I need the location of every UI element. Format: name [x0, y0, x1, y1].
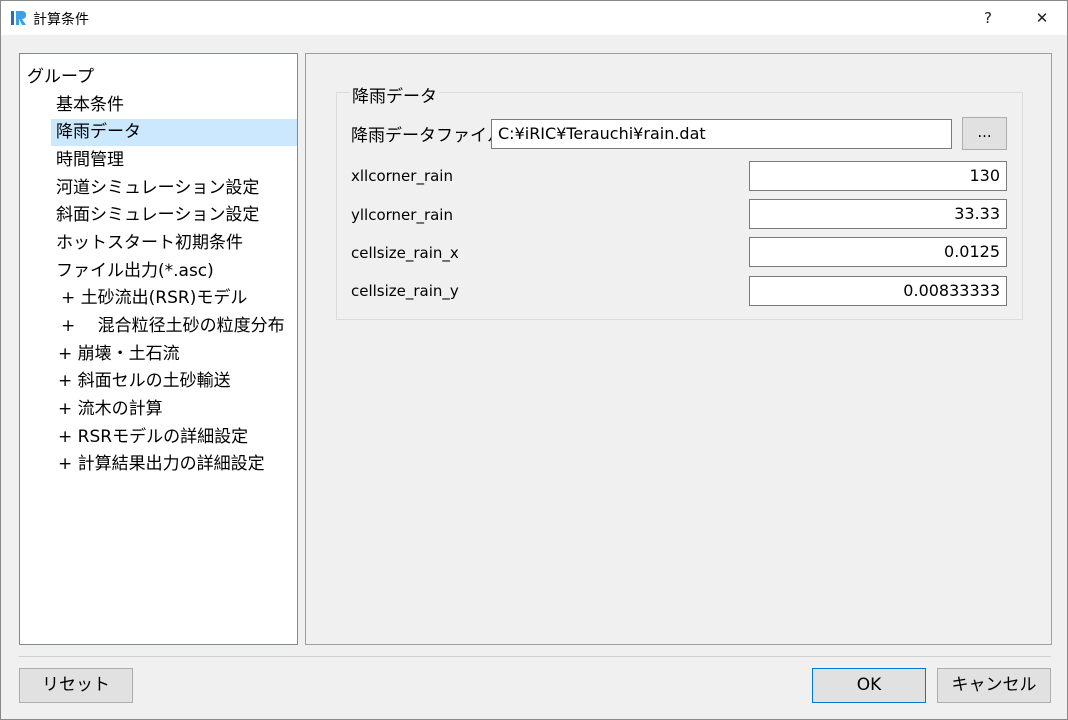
- footer-separator: [19, 656, 1051, 657]
- dialog-window: 計算条件 ? ✕ グループ 基本条件 降雨データ 時間管理 河道シミュレーション…: [0, 0, 1068, 720]
- tree-item-grain-size[interactable]: + 混合粒径土砂の粒度分布: [61, 313, 285, 340]
- tree-item-collapse-debris[interactable]: + 崩壊・土石流: [58, 341, 180, 368]
- tree-item-hotstart[interactable]: ホットスタート初期条件: [56, 230, 243, 257]
- tree-item-output-detail[interactable]: + 計算結果出力の詳細設定: [58, 451, 265, 478]
- tree-item-river-sim[interactable]: 河道シミュレーション設定: [56, 175, 259, 202]
- tree-root-label[interactable]: グループ: [27, 62, 94, 87]
- tree-item-slope-sim[interactable]: 斜面シミュレーション設定: [56, 202, 259, 229]
- help-button[interactable]: ?: [965, 1, 1011, 35]
- window-title: 計算条件: [33, 12, 89, 28]
- cancel-button[interactable]: キャンセル: [937, 668, 1051, 703]
- cellsize-y-input[interactable]: 0.00833333: [749, 276, 1007, 306]
- xllcorner-label: xllcorner_rain: [351, 167, 453, 185]
- cellsize-x-input[interactable]: 0.0125: [749, 237, 1007, 267]
- yllcorner-input[interactable]: 33.33: [749, 199, 1007, 229]
- tree-item-rainfall[interactable]: 降雨データ: [51, 119, 297, 146]
- tree-item-file-output[interactable]: ファイル出力(*.asc): [56, 258, 214, 285]
- browse-button[interactable]: ...: [962, 117, 1007, 150]
- reset-button[interactable]: リセット: [19, 668, 133, 703]
- tree-item-driftwood[interactable]: + 流木の計算: [58, 396, 163, 423]
- tree-item-rsr-model[interactable]: + 土砂流出(RSR)モデル: [61, 285, 247, 312]
- tree-item-basic[interactable]: 基本条件: [56, 92, 124, 119]
- iric-app-icon: [10, 9, 28, 27]
- yllcorner-label: yllcorner_rain: [351, 206, 453, 224]
- tree-item-time[interactable]: 時間管理: [56, 147, 124, 174]
- ok-button[interactable]: OK: [812, 668, 926, 703]
- rain-file-field[interactable]: C:¥iRIC¥Terauchi¥rain.dat: [491, 119, 952, 149]
- rain-file-label: 降雨データファイル: [351, 126, 504, 146]
- cellsize-x-label: cellsize_rain_x: [351, 244, 459, 262]
- tree-item-rsr-detail[interactable]: + RSRモデルの詳細設定: [58, 424, 248, 451]
- tree-item-slope-sediment[interactable]: + 斜面セルの土砂輸送: [58, 368, 231, 395]
- settings-panel: 降雨データ 降雨データファイル C:¥iRIC¥Terauchi¥rain.da…: [305, 53, 1052, 645]
- group-tree[interactable]: グループ 基本条件 降雨データ 時間管理 河道シミュレーション設定 斜面シミュレ…: [19, 53, 298, 645]
- title-bar: 計算条件 ? ✕: [1, 1, 1067, 35]
- group-title: 降雨データ: [350, 82, 439, 107]
- close-button[interactable]: ✕: [1019, 1, 1065, 35]
- cellsize-y-label: cellsize_rain_y: [351, 282, 459, 300]
- xllcorner-input[interactable]: 130: [749, 161, 1007, 191]
